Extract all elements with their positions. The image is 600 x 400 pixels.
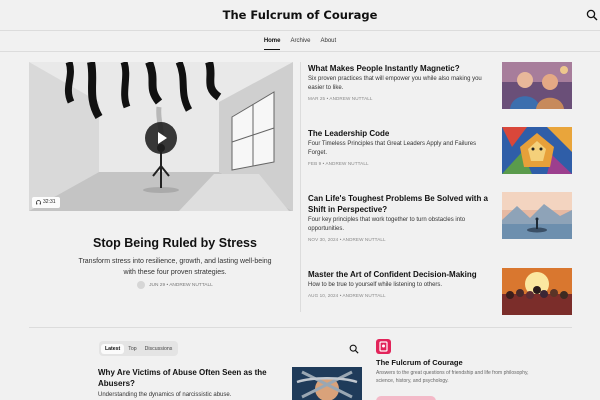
post-description: Four Timeless Principles that Great Lead… — [308, 141, 477, 156]
author-avatar[interactable] — [137, 281, 146, 289]
header-divider — [0, 30, 600, 31]
post-title[interactable]: Can Life's Toughest Problems Be Solved w… — [308, 193, 496, 215]
post-title[interactable]: What Makes People Instantly Magnetic? — [308, 63, 496, 74]
main-nav: Home Archive About — [0, 38, 600, 50]
post-description: Four key principles that work together t… — [308, 217, 466, 232]
tab-latest[interactable]: Latest — [101, 343, 125, 354]
hero-meta: JUN 29 • ANDREW NUTTALL — [0, 281, 350, 289]
post-thumbnail[interactable] — [502, 268, 572, 315]
publication-name[interactable]: The Fulcrum of Courage — [376, 358, 463, 367]
feed-post-title[interactable]: Why Are Victims of Abuse Often Seen as t… — [98, 367, 288, 389]
feed-post-description: Understanding the dynamics of narcissist… — [98, 392, 232, 398]
post-thumbnail[interactable] — [502, 192, 572, 239]
site-title[interactable]: The Fulcrum of Courage — [0, 8, 600, 22]
subscribe-button[interactable] — [376, 396, 436, 400]
bookmark-icon — [379, 341, 388, 352]
nav-about[interactable]: About — [321, 38, 337, 50]
hero-title[interactable]: Stop Being Ruled by Stress — [29, 236, 321, 250]
nav-archive[interactable]: Archive — [290, 38, 310, 50]
search-icon[interactable] — [586, 9, 598, 21]
headphones-icon — [36, 200, 41, 205]
post-description: Six proven practices that will empower y… — [308, 76, 482, 91]
hero-subtitle: Transform stress into resilience, growth… — [78, 258, 272, 276]
post-title[interactable]: The Leadership Code — [308, 128, 496, 139]
post-description: How to be true to yourself while listeni… — [308, 282, 443, 288]
column-divider — [300, 62, 301, 312]
search-icon[interactable] — [349, 344, 359, 354]
tab-top[interactable]: Top — [124, 344, 140, 354]
feed-post-thumbnail[interactable] — [292, 367, 362, 400]
post-title[interactable]: Master the Art of Confident Decision-Mak… — [308, 269, 496, 280]
publication-logo[interactable] — [376, 339, 391, 354]
post-thumbnail[interactable] — [502, 127, 572, 174]
duration-text: 32:31 — [43, 199, 56, 205]
section-divider — [29, 327, 572, 328]
tab-discussions[interactable]: Discussions — [141, 344, 177, 354]
hero-meta-text: JUN 29 • ANDREW NUTTALL — [149, 282, 213, 288]
nav-divider — [0, 51, 600, 52]
play-button[interactable] — [145, 122, 177, 154]
video-duration-badge: 32:31 — [32, 197, 60, 208]
publication-description: Answers to the great questions of friend… — [376, 370, 529, 384]
post-thumbnail[interactable] — [502, 62, 572, 109]
nav-home[interactable]: Home — [263, 38, 281, 50]
feed-tabs: Latest Top Discussions — [99, 341, 179, 356]
